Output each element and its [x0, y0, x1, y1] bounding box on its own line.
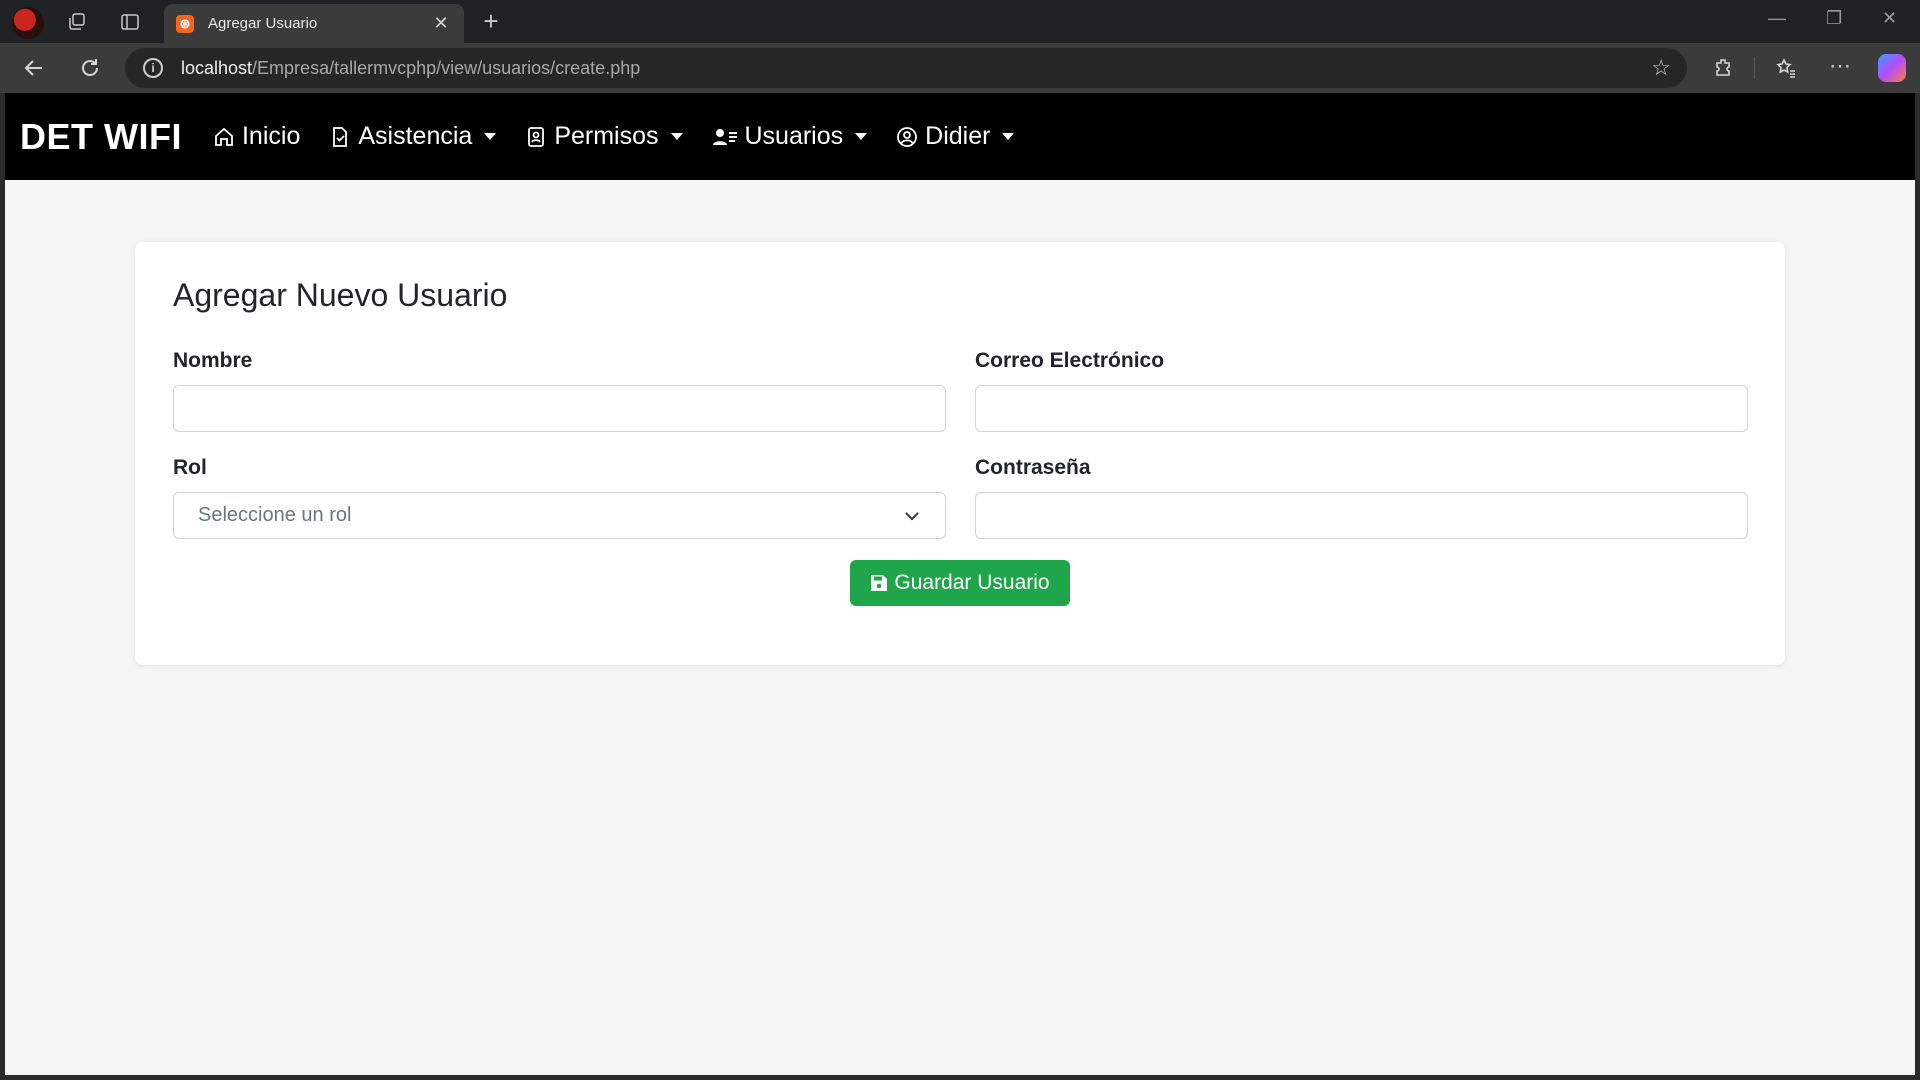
copilot-icon[interactable]	[1878, 54, 1906, 82]
users-list-icon	[711, 125, 739, 149]
save-user-button[interactable]: Guardar Usuario	[850, 560, 1070, 606]
restore-icon[interactable]: ❐	[1826, 8, 1842, 29]
nav-label-asistencia: Asistencia	[358, 122, 473, 150]
chevron-down-icon	[670, 133, 683, 140]
floppy-disk-icon	[871, 575, 888, 591]
navbar-brand[interactable]: DET WIFI	[20, 116, 182, 158]
rol-label: Rol	[173, 456, 207, 479]
main-navbar: DET WIFI Inicio Asistencia Permisos Usua…	[5, 93, 1915, 180]
create-user-card: Agregar Nuevo Usuario Nombre Correo Elec…	[135, 242, 1785, 665]
more-options-icon[interactable]: ⋯	[1826, 53, 1854, 79]
home-icon	[212, 125, 236, 149]
workspaces-icon[interactable]	[64, 10, 90, 34]
minimize-icon[interactable]: —	[1768, 8, 1786, 29]
nav-item-inicio[interactable]: Inicio	[212, 122, 300, 151]
password-label: Contraseña	[975, 456, 1091, 479]
new-tab-icon[interactable]: +	[478, 6, 504, 36]
reload-icon[interactable]	[76, 55, 104, 81]
nav-label-didier: Didier	[925, 122, 991, 150]
user-circle-icon	[895, 125, 919, 149]
address-bar[interactable]: i localhost/Empresa/tallermvcphp/view/us…	[125, 48, 1687, 88]
favorite-star-icon[interactable]: ☆	[1651, 55, 1671, 81]
nav-label-inicio: Inicio	[241, 122, 301, 150]
save-user-label: Guardar Usuario	[894, 571, 1050, 594]
site-info-icon[interactable]: i	[143, 58, 163, 78]
chevron-down-icon	[855, 133, 868, 140]
vertical-tabs-icon[interactable]	[117, 10, 143, 34]
toolbar-divider	[1754, 57, 1755, 79]
correo-label: Correo Electrónico	[975, 349, 1165, 372]
password-input[interactable]	[975, 492, 1748, 539]
tab-title: Agregar Usuario	[208, 15, 318, 32]
nombre-label: Nombre	[173, 349, 253, 372]
xampp-favicon-icon: ⊛	[176, 14, 194, 33]
email-input[interactable]	[975, 385, 1748, 432]
nav-item-didier[interactable]: Didier	[895, 122, 1015, 151]
page-title: Agregar Nuevo Usuario	[173, 277, 508, 313]
profile-avatar[interactable]	[12, 7, 44, 39]
chevron-down-icon	[905, 511, 919, 520]
favorites-icon[interactable]	[1772, 55, 1800, 81]
tab-close-icon[interactable]: ✕	[430, 13, 452, 34]
nombre-input[interactable]	[173, 385, 946, 432]
nav-item-usuarios[interactable]: Usuarios	[711, 122, 868, 151]
back-icon[interactable]	[20, 55, 48, 81]
chevron-down-icon	[1002, 133, 1015, 140]
rol-select-value: Seleccione un rol	[198, 504, 352, 526]
chevron-down-icon	[484, 133, 497, 140]
browser-toolbar: i localhost/Empresa/tallermvcphp/view/us…	[0, 43, 1920, 93]
page-viewport: DET WIFI Inicio Asistencia Permisos Usua…	[5, 93, 1915, 1075]
badge-icon	[524, 125, 548, 149]
nav-item-permisos[interactable]: Permisos	[524, 122, 683, 151]
extensions-icon[interactable]	[1710, 55, 1738, 81]
nav-label-permisos: Permisos	[554, 122, 659, 150]
tab-agregar-usuario[interactable]: ⊛ Agregar Usuario ✕	[164, 4, 464, 43]
nav-label-usuarios: Usuarios	[744, 122, 844, 150]
window-close-icon[interactable]: ✕	[1882, 8, 1897, 29]
rol-select[interactable]: Seleccione un rol	[173, 492, 946, 539]
clipboard-check-icon	[328, 125, 352, 149]
url-path: /Empresa/tallermvcphp/view/usuarios/crea…	[252, 57, 641, 78]
browser-tabstrip: ⊛ Agregar Usuario ✕ + — ❐ ✕	[0, 0, 1920, 43]
url-host: localhost	[181, 57, 253, 78]
nav-item-asistencia[interactable]: Asistencia	[328, 122, 497, 151]
